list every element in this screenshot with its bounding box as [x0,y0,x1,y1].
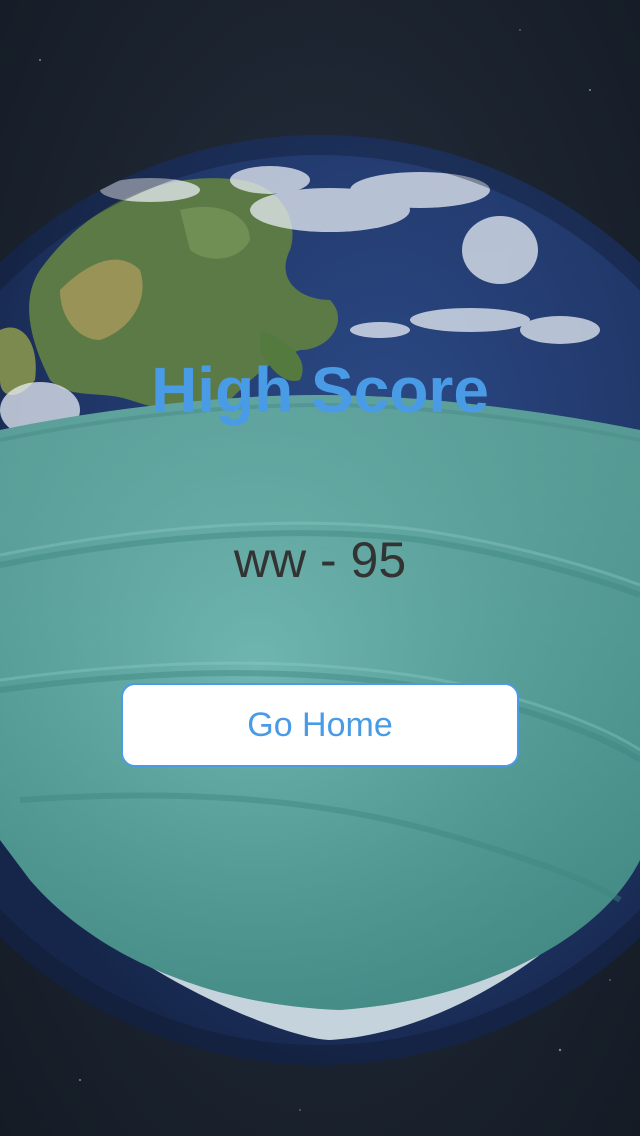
high-score-entry: ww - 95 [233,532,407,588]
high-score-screen: High Score ww - 95 Go Home [0,0,640,1136]
page-title: High Score [151,354,489,426]
go-home-button[interactable]: Go Home [121,683,519,767]
